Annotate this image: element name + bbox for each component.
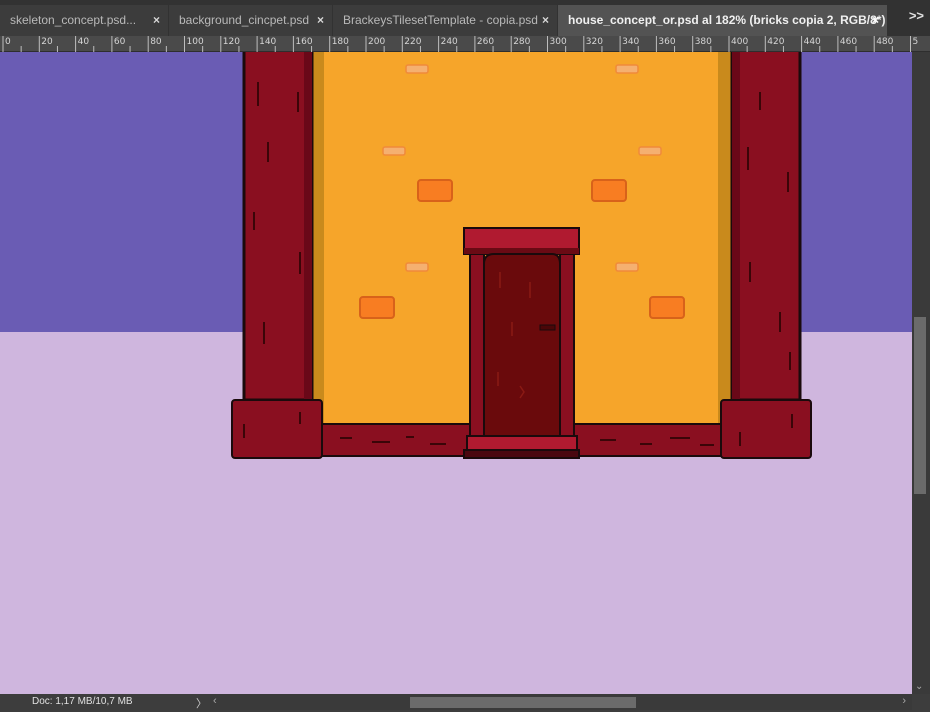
chevron-left-icon[interactable]: ‹ <box>213 695 217 707</box>
ruler-label: 200 <box>368 37 386 47</box>
ruler-label: 380 <box>694 37 712 47</box>
ruler-label: 60 <box>113 37 126 47</box>
ruler-label: 300 <box>549 37 567 47</box>
ruler-label: 140 <box>259 37 277 47</box>
ruler-label: 0 <box>5 37 11 47</box>
ruler-label: 460 <box>839 37 858 47</box>
tab-label: house_concept_or.psd al 182% (bricks cop… <box>568 13 887 27</box>
left-pillar-base <box>231 399 323 459</box>
door-frame-right <box>559 249 575 443</box>
tab-skeleton-concept[interactable]: skeleton_concept.psd... × <box>0 5 168 36</box>
tab-house-concept[interactable]: house_concept_or.psd al 182% (bricks cop… <box>558 5 887 36</box>
door-handle <box>539 324 556 331</box>
horizontal-ruler: 0 20 40 60 80 100 120 140 160 180 200 220 240 260 280 3… <box>0 36 930 52</box>
vertical-scrollbar[interactable]: ⌄ <box>912 52 930 694</box>
tab-label: skeleton_concept.psd... <box>10 13 137 27</box>
door-step <box>466 435 578 451</box>
close-icon[interactable]: × <box>542 5 549 36</box>
right-pillar <box>730 52 802 402</box>
house-artwork <box>0 52 912 694</box>
status-bar: Doc: 1,17 MB/10,7 MB 〉 ‹ › <box>0 694 930 712</box>
wall-shadow-left <box>312 52 324 425</box>
ruler-label: 40 <box>77 37 90 47</box>
ruler-label: 240 <box>440 37 458 47</box>
ruler-label: 220 <box>404 37 422 47</box>
right-pillar-base <box>720 399 812 459</box>
tab-label: BrackeysTilesetTemplate - copia.psd <box>343 13 538 27</box>
document-tab-bar: skeleton_concept.psd... × background_cin… <box>0 0 930 36</box>
document-canvas[interactable] <box>0 52 912 694</box>
ruler-label: 320 <box>585 37 603 47</box>
door-panel <box>483 253 561 443</box>
ruler-label: 80 <box>150 37 162 47</box>
chevron-right-icon[interactable]: › <box>902 695 906 707</box>
ruler-label: 160 <box>295 37 313 47</box>
tab-label: background_cincpet.psd <box>179 13 310 27</box>
door-sill <box>463 449 580 459</box>
ruler-ticks <box>2 36 911 52</box>
chevron-down-icon[interactable]: ⌄ <box>915 681 923 692</box>
close-icon[interactable]: × <box>317 5 324 36</box>
ruler-label: 440 <box>803 37 821 47</box>
ruler-label: 360 <box>658 37 676 47</box>
close-icon[interactable]: × <box>153 5 160 36</box>
right-pillar-shade <box>732 52 740 400</box>
ruler-label: 280 <box>513 37 531 47</box>
ruler-label: 400 <box>731 37 749 47</box>
ruler-label: 340 <box>622 37 640 47</box>
horizontal-scroll-thumb[interactable] <box>410 697 636 708</box>
status-menu-arrow[interactable]: 〉 <box>196 695 207 711</box>
ruler-label: 420 <box>767 37 785 47</box>
ruler-label: 180 <box>331 37 349 47</box>
document-size-info[interactable]: Doc: 1,17 MB/10,7 MB <box>32 696 133 707</box>
ruler-label: 100 <box>186 37 204 47</box>
tab-brackeys-tileset-template[interactable]: BrackeysTilesetTemplate - copia.psd × <box>333 5 557 36</box>
ruler-label: 260 <box>476 37 495 47</box>
ruler-label: 120 <box>222 37 240 47</box>
close-icon[interactable]: × <box>872 5 879 36</box>
wall-shadow-right <box>718 52 732 425</box>
left-pillar-shade <box>304 52 312 400</box>
horizontal-scrollbar[interactable]: ‹ › <box>210 694 912 710</box>
tab-background-cincpet[interactable]: background_cincpet.psd × <box>169 5 332 36</box>
vertical-scroll-thumb[interactable] <box>914 317 926 494</box>
chevron-double-right-icon[interactable]: >> <box>909 8 924 23</box>
ruler-label: 480 <box>876 37 894 47</box>
ruler-label: 20 <box>41 37 53 47</box>
ruler-label: 5 <box>912 37 919 47</box>
door-frame-left <box>469 249 485 443</box>
